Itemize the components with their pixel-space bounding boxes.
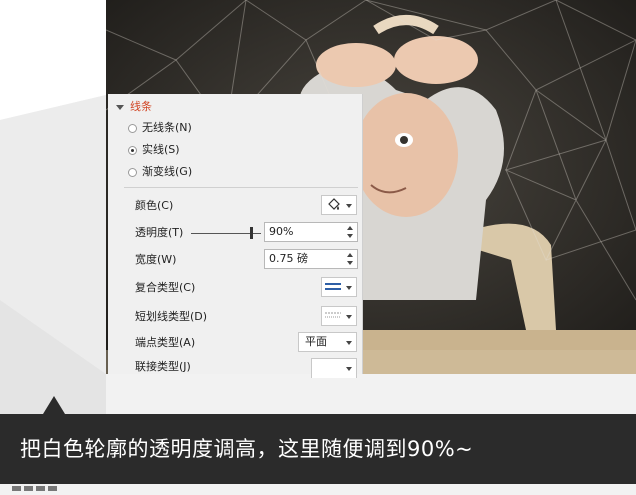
chevron-down-icon — [346, 315, 352, 319]
color-label: 颜色(C) — [135, 199, 174, 212]
radio-solid-line[interactable]: 实线(S) — [128, 141, 180, 159]
dash-type-label: 短划线类型(D) — [135, 310, 208, 323]
radio-label: 渐变线(G) — [142, 165, 193, 178]
color-picker-button[interactable] — [321, 195, 357, 215]
radio-no-line[interactable]: 无线条(N) — [128, 119, 192, 137]
progress-dots — [12, 476, 60, 495]
spinner-arrows-icon[interactable] — [347, 252, 354, 266]
transparency-slider-thumb[interactable] — [250, 227, 253, 239]
caption-pointer — [43, 396, 65, 414]
radio-gradient-line[interactable]: 渐变线(G) — [128, 163, 192, 181]
width-label: 宽度(W) — [135, 253, 177, 266]
dash-lines-icon — [325, 312, 341, 318]
paint-bucket-icon — [328, 198, 340, 210]
caption-text: 把白色轮廓的透明度调高，这里随便调到90%~ — [20, 437, 474, 461]
radio-circle-selected-icon — [128, 145, 137, 155]
chevron-down-icon — [346, 204, 352, 208]
join-type-label: 联接类型(J) — [135, 360, 191, 373]
chevron-down-icon — [346, 286, 352, 290]
radio-circle-icon — [128, 123, 137, 133]
chevron-down-icon — [346, 367, 352, 371]
width-value: 0.75 磅 — [269, 252, 308, 265]
divider — [124, 187, 358, 188]
compound-lines-icon — [325, 283, 341, 290]
spinner-arrows-icon[interactable] — [347, 225, 354, 239]
radio-label: 无线条(N) — [142, 121, 192, 134]
transparency-input[interactable]: 90% — [264, 222, 358, 242]
cap-type-value: 平面 — [305, 335, 327, 348]
compound-type-label: 复合类型(C) — [135, 281, 196, 294]
cap-type-label: 端点类型(A) — [135, 336, 196, 349]
transparency-label: 透明度(T) — [135, 226, 184, 239]
join-type-dropdown[interactable] — [311, 358, 357, 378]
chevron-down-icon — [346, 341, 352, 345]
transparency-value: 90% — [269, 225, 294, 238]
radio-circle-icon — [128, 167, 137, 177]
radio-label: 实线(S) — [142, 143, 180, 156]
format-line-pane: 线条 无线条(N) 实线(S) 渐变线(G) 颜色(C) 透明度(T) 90% … — [108, 94, 363, 378]
compound-type-dropdown[interactable] — [321, 277, 357, 297]
cap-type-dropdown[interactable]: 平面 — [298, 332, 357, 352]
collapse-triangle-icon — [116, 104, 124, 110]
dash-type-dropdown[interactable] — [321, 306, 357, 326]
line-section-title: 线条 — [130, 100, 152, 113]
line-section-header[interactable]: 线条 — [116, 98, 152, 114]
width-input[interactable]: 0.75 磅 — [264, 249, 358, 269]
